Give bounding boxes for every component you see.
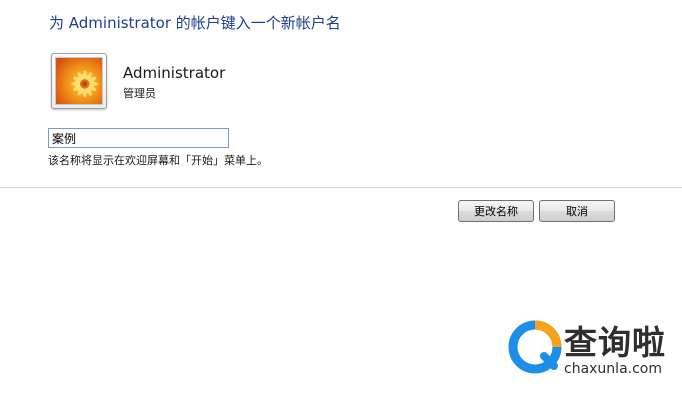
page-title: 为 Administrator 的帐户键入一个新帐户名	[49, 14, 341, 32]
watermark-brand: 查询啦	[564, 323, 666, 362]
hint-text: 该名称将显示在欢迎屏幕和「开始」菜单上。	[48, 154, 268, 167]
watermark: 查询啦 chaxunla.com	[508, 318, 678, 388]
divider	[0, 187, 682, 188]
rename-account-page: 为 Administrator 的帐户键入一个新帐户名 Administrato…	[0, 0, 682, 401]
cancel-button[interactable]: 取消	[539, 200, 615, 222]
user-name: Administrator	[123, 64, 226, 82]
watermark-url: chaxunla.com	[564, 361, 662, 377]
user-role: 管理员	[123, 87, 156, 100]
new-account-name-input[interactable]	[48, 128, 229, 148]
user-avatar	[51, 53, 107, 109]
flower-picture-icon	[55, 57, 103, 105]
search-logo-icon	[508, 320, 562, 374]
change-name-button[interactable]: 更改名称	[458, 200, 534, 222]
